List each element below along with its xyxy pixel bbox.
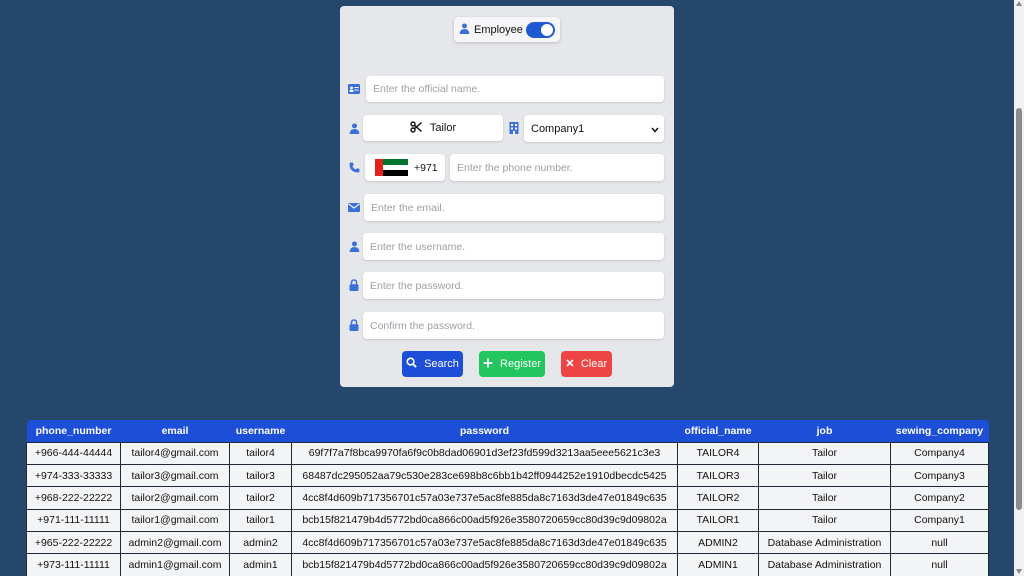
country-code-value: +971: [414, 161, 438, 174]
cell-email: tailor1@gmail.com: [120, 508, 230, 533]
lock-icon: [348, 279, 360, 291]
cell-email: tailor4@gmail.com: [120, 441, 230, 465]
cell-username: tailor3: [229, 463, 292, 488]
cell-email: admin2@gmail.com: [120, 531, 230, 555]
lock-icon: [348, 319, 360, 331]
register-button[interactable]: Register: [479, 351, 545, 377]
envelope-icon: [348, 201, 360, 213]
column-header-phone-number[interactable]: phone_number: [26, 420, 121, 442]
cell-password: bcb15f821479b4d5772bd0ca866c00ad5f926e35…: [291, 553, 678, 576]
cell-password: 69f7f7a7f8bca9970fa6f9c0b8dad06901d3ef23…: [291, 441, 678, 465]
clear-button-label: Clear: [580, 358, 608, 370]
phone-icon: [348, 161, 360, 173]
official-name-input[interactable]: Enter the official name.: [366, 76, 664, 102]
column-header-email[interactable]: email: [120, 420, 230, 442]
building-icon: [508, 122, 520, 134]
cell-phone-number: +966-444-44444: [26, 441, 121, 465]
id-card-icon: [348, 83, 360, 95]
employee-toggle-label: Employee: [474, 23, 523, 36]
register-button-label: Register: [500, 358, 541, 370]
cell-official-name: TAILOR3: [677, 463, 759, 488]
cell-phone-number: +968-222-22222: [26, 486, 121, 510]
scrollbar-thumb[interactable]: [1016, 108, 1022, 510]
employee-toggle-container: Employee: [454, 17, 560, 42]
search-button[interactable]: Search: [402, 351, 463, 377]
cell-sewing-company: Company3: [890, 463, 989, 488]
cell-username: admin2: [229, 531, 292, 555]
cell-official-name: TAILOR2: [677, 486, 759, 510]
table-row[interactable]: +968-222-22222 tailor2@gmail.com tailor2…: [26, 486, 989, 510]
cell-job: Tailor: [758, 486, 891, 510]
search-button-label: Search: [424, 358, 459, 370]
cell-sewing-company: null: [890, 553, 989, 576]
scissors-icon: [410, 120, 422, 136]
plus-icon: [483, 358, 493, 371]
company-select[interactable]: Company1: [524, 115, 664, 142]
cell-job: Database Administration: [758, 531, 891, 555]
table-row[interactable]: +973-111-11111 admin1@gmail.com admin1 b…: [26, 553, 989, 576]
column-header-sewing-company[interactable]: sewing_company: [890, 420, 989, 442]
cell-email: tailor2@gmail.com: [120, 486, 230, 510]
column-header-job[interactable]: job: [758, 420, 891, 442]
column-header-username[interactable]: username: [229, 420, 292, 442]
toggle-knob: [541, 24, 553, 36]
scroll-down-arrow-icon[interactable]: [1016, 569, 1022, 574]
cell-username: admin1: [229, 553, 292, 576]
table-row[interactable]: +966-444-44444 tailor4@gmail.com tailor4…: [26, 441, 989, 465]
cell-sewing-company: Company2: [890, 486, 989, 510]
cell-password: 4cc8f4d609b717356701c57a03e737e5ac8fe885…: [291, 531, 678, 555]
cell-job: Database Administration: [758, 553, 891, 576]
table-row[interactable]: +965-222-22222 admin2@gmail.com admin2 4…: [26, 531, 989, 555]
close-icon: [566, 358, 574, 370]
cell-official-name: ADMIN1: [677, 553, 759, 576]
job-selector-button[interactable]: Tailor: [363, 115, 503, 141]
cell-password: 4cc8f4d609b717356701c57a03e737e5ac8fe885…: [291, 486, 678, 510]
cell-phone-number: +974-333-33333: [26, 463, 121, 488]
phone-number-input[interactable]: Enter the phone number.: [450, 154, 664, 181]
user-icon: [348, 240, 360, 252]
cell-username: tailor2: [229, 486, 292, 510]
cell-job: Tailor: [758, 508, 891, 533]
cell-email: tailor3@gmail.com: [120, 463, 230, 488]
password-input[interactable]: Enter the password.: [363, 272, 664, 299]
job-label: Tailor: [429, 122, 457, 134]
cell-email: admin1@gmail.com: [120, 553, 230, 576]
user-icon: [348, 122, 360, 134]
users-table-container: phone_number email username password off…: [26, 420, 989, 576]
column-header-password[interactable]: password: [291, 420, 678, 442]
employee-toggle-switch[interactable]: [526, 22, 555, 38]
cell-phone-number: +973-111-11111: [26, 553, 121, 576]
cell-official-name: TAILOR1: [677, 508, 759, 533]
table-row[interactable]: +974-333-33333 tailor3@gmail.com tailor3…: [26, 463, 989, 488]
cell-username: tailor4: [229, 441, 292, 465]
cell-username: tailor1: [229, 508, 292, 533]
cell-job: Tailor: [758, 463, 891, 488]
cell-password: bcb15f821479b4d5772bd0ca866c00ad5f926e35…: [291, 508, 678, 533]
cell-official-name: ADMIN2: [677, 531, 759, 555]
cell-phone-number: +965-222-22222: [26, 531, 121, 555]
clear-button[interactable]: Clear: [561, 351, 612, 377]
cell-sewing-company: Company1: [890, 508, 989, 533]
registration-card: Employee Enter the official name. Tailor…: [340, 6, 674, 387]
scroll-up-arrow-icon[interactable]: [1016, 1, 1022, 6]
user-icon: [459, 21, 470, 39]
cell-sewing-company: null: [890, 531, 989, 555]
company-select-value: Company1: [531, 122, 585, 135]
users-table: phone_number email username password off…: [26, 420, 989, 576]
column-header-official-name[interactable]: official_name: [677, 420, 759, 442]
search-icon: [406, 357, 417, 371]
cell-password: 68487dc295052aa79c530e283ce698b8c6bb1b42…: [291, 463, 678, 488]
uae-flag-icon: [375, 159, 408, 177]
confirm-password-input[interactable]: Confirm the password.: [363, 312, 664, 339]
cell-job: Tailor: [758, 441, 891, 465]
cell-sewing-company: Company4: [890, 441, 989, 465]
cell-phone-number: +971-111-11111: [26, 508, 121, 533]
table-row[interactable]: +971-111-11111 tailor1@gmail.com tailor1…: [26, 508, 989, 533]
username-input[interactable]: Enter the username.: [363, 233, 664, 260]
chevron-down-icon: [651, 124, 659, 136]
email-input[interactable]: Enter the email.: [364, 194, 664, 221]
table-header-row: phone_number email username password off…: [26, 420, 989, 442]
cell-official-name: TAILOR4: [677, 441, 759, 465]
country-code-selector[interactable]: +971: [365, 154, 445, 181]
